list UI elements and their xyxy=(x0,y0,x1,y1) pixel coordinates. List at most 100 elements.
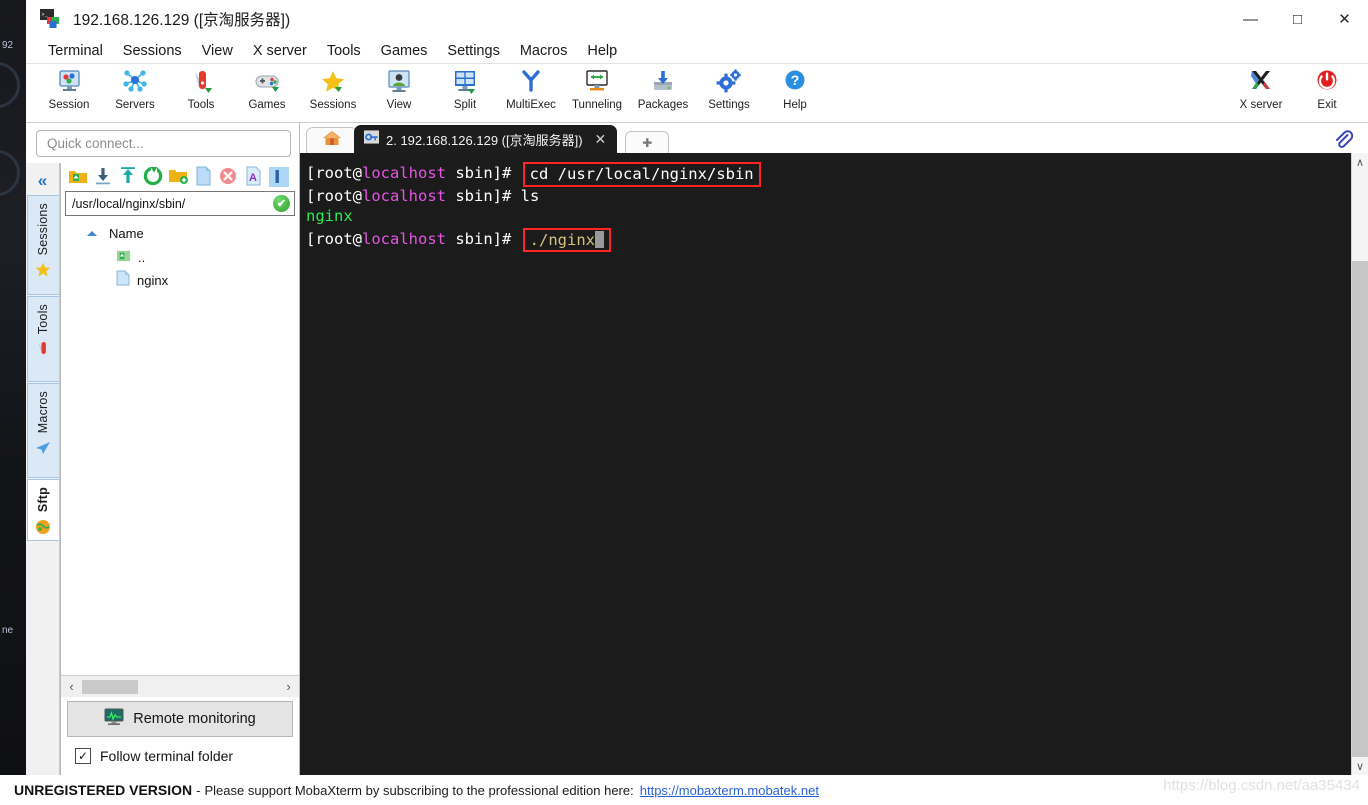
scroll-left-button[interactable]: ‹ xyxy=(63,678,80,696)
hscroll-track[interactable] xyxy=(80,678,280,695)
scroll-down-button[interactable]: ∨ xyxy=(1351,757,1368,775)
sidebar-item-sftp[interactable]: Sftp xyxy=(26,479,59,541)
terminal-vscrollbar[interactable]: ∧ ∨ xyxy=(1351,153,1368,775)
toolbar-help-button[interactable]: ? Help xyxy=(762,64,828,120)
new-folder-icon[interactable] xyxy=(167,165,189,187)
paper-plane-icon xyxy=(34,439,52,457)
star-icon xyxy=(34,261,52,279)
refresh-icon[interactable] xyxy=(142,165,164,187)
toolbar-sessions-label: Sessions xyxy=(309,99,357,111)
sidebar-item-tools[interactable]: Tools xyxy=(26,296,59,382)
terminal-command-3: ./nginx xyxy=(529,230,595,249)
paperclip-icon[interactable] xyxy=(1332,129,1354,151)
upload-icon[interactable] xyxy=(117,165,139,187)
sort-asc-icon[interactable] xyxy=(87,230,97,236)
mobaxterm-link[interactable]: https://mobaxterm.mobatek.net xyxy=(640,783,819,798)
file-path-input[interactable]: /usr/local/nginx/sbin/ ✔ xyxy=(65,191,295,216)
follow-terminal-checkbox[interactable]: ✓ xyxy=(75,748,91,764)
toolbar-view-button[interactable]: View xyxy=(366,64,432,120)
menu-x-server[interactable]: X server xyxy=(243,40,317,62)
parent-folder-icon[interactable] xyxy=(67,165,89,187)
status-message: Please support MobaXterm by subscribing … xyxy=(204,782,634,798)
vscroll-track[interactable] xyxy=(1351,171,1368,757)
new-file-icon[interactable] xyxy=(192,165,214,187)
terminal-tab-bar: 2. 192.168.126.129 ([京淘服务器]) ✕ ✚ xyxy=(300,123,1368,153)
sidebar-item-sessions[interactable]: Sessions xyxy=(26,195,59,295)
minimize-button[interactable]: — xyxy=(1227,0,1274,38)
new-tab-button[interactable]: ✚ xyxy=(625,131,670,153)
prompt-open: [ xyxy=(306,164,316,182)
toolbar-packages-button[interactable]: Packages xyxy=(630,64,696,120)
remote-monitoring-button[interactable]: Remote monitoring xyxy=(67,701,293,737)
quick-connect-input[interactable]: Quick connect... xyxy=(36,130,291,157)
menu-settings[interactable]: Settings xyxy=(437,40,509,62)
maximize-button[interactable]: □ xyxy=(1274,0,1321,38)
toolbar-session-button[interactable]: Session xyxy=(36,64,102,120)
delete-icon[interactable] xyxy=(217,165,239,187)
globe-icon xyxy=(34,518,52,536)
menu-tools[interactable]: Tools xyxy=(317,40,371,62)
toolbar-games-button[interactable]: Games xyxy=(234,64,300,120)
menu-sessions[interactable]: Sessions xyxy=(113,40,192,62)
tab-session-active[interactable]: 2. 192.168.126.129 ([京淘服务器]) ✕ xyxy=(354,125,618,153)
close-button[interactable]: ✕ xyxy=(1321,0,1368,38)
tab-close-button[interactable]: ✕ xyxy=(590,131,612,148)
download-icon[interactable] xyxy=(92,165,114,187)
tab-session-label: 2. 192.168.126.129 ([京淘服务器]) xyxy=(386,132,583,148)
menu-help[interactable]: Help xyxy=(577,40,627,62)
prompt-user: root@ xyxy=(315,229,363,248)
toolbar-split-label: Split xyxy=(453,99,477,111)
menu-games[interactable]: Games xyxy=(371,40,438,62)
app-logo-icon: >_ xyxy=(40,9,62,29)
vscroll-thumb[interactable] xyxy=(1351,171,1368,261)
tools-icon xyxy=(186,68,216,96)
column-header-name[interactable]: Name xyxy=(109,226,144,241)
toolbar-x-server-label: X server xyxy=(1239,99,1283,111)
rename-text-icon[interactable]: A xyxy=(242,165,264,187)
more-icon[interactable] xyxy=(267,165,289,187)
sessions-star-icon xyxy=(318,68,348,96)
terminal-output[interactable]: [root@localhost sbin]# cd /usr/local/ngi… xyxy=(300,153,1351,775)
mobaxterm-window: >_ 192.168.126.129 ([京淘服务器]) — □ ✕ Termi… xyxy=(26,0,1368,775)
ssh-key-icon xyxy=(364,129,379,149)
sidebar-item-macros[interactable]: Macros xyxy=(26,383,59,478)
scroll-right-button[interactable]: › xyxy=(280,678,297,696)
list-item[interactable]: .. xyxy=(61,246,299,269)
left-panel: Quick connect... « Sessions Tools Macros… xyxy=(26,123,300,775)
prompt-tail: sbin]# xyxy=(446,186,521,205)
tunneling-icon xyxy=(582,68,612,96)
toolbar-exit-label: Exit xyxy=(1317,99,1337,111)
toolbar-tools-button[interactable]: Tools xyxy=(168,64,234,120)
toolbar-x-server-button[interactable]: X server xyxy=(1228,64,1294,120)
toolbar-servers-button[interactable]: Servers xyxy=(102,64,168,120)
prompt-user: root@ xyxy=(315,186,363,205)
window-body: Quick connect... « Sessions Tools Macros… xyxy=(26,123,1368,775)
follow-terminal-folder-row[interactable]: ✓ Follow terminal folder xyxy=(61,737,299,775)
menu-view[interactable]: View xyxy=(192,40,243,62)
toolbar-split-button[interactable]: Split xyxy=(432,64,498,120)
menu-macros[interactable]: Macros xyxy=(510,40,578,62)
prompt-open: [ xyxy=(306,186,316,205)
x-server-icon xyxy=(1246,68,1276,96)
sidebar-item-macros-label: Macros xyxy=(36,391,50,434)
hscroll-thumb[interactable] xyxy=(82,679,138,694)
list-item[interactable]: nginx xyxy=(61,269,299,292)
toolbar-exit-button[interactable]: Exit xyxy=(1294,64,1360,120)
tab-home[interactable] xyxy=(306,127,358,153)
collapse-sidebar-button[interactable]: « xyxy=(28,167,58,195)
scroll-up-button[interactable]: ∧ xyxy=(1351,153,1368,171)
watermark: https://blog.csdn.net/aa35434 xyxy=(1163,777,1360,794)
prompt-host: localhost xyxy=(362,229,447,248)
desktop-text-top: 92 xyxy=(2,40,14,51)
follow-terminal-label: Follow terminal folder xyxy=(100,748,234,764)
home-icon xyxy=(322,129,342,152)
toolbar-settings-button[interactable]: Settings xyxy=(696,64,762,120)
toolbar-sessions-button[interactable]: Sessions xyxy=(300,64,366,120)
vscroll-rest[interactable] xyxy=(1351,261,1368,757)
file-path-value: /usr/local/nginx/sbin/ xyxy=(72,196,186,211)
terminal-command-1: cd /usr/local/nginx/sbin xyxy=(522,162,761,187)
toolbar-tunneling-button[interactable]: Tunneling xyxy=(564,64,630,120)
file-list-hscrollbar[interactable]: ‹ › xyxy=(61,675,299,697)
toolbar-multiexec-button[interactable]: MultiExec xyxy=(498,64,564,120)
menu-terminal[interactable]: Terminal xyxy=(38,40,113,62)
